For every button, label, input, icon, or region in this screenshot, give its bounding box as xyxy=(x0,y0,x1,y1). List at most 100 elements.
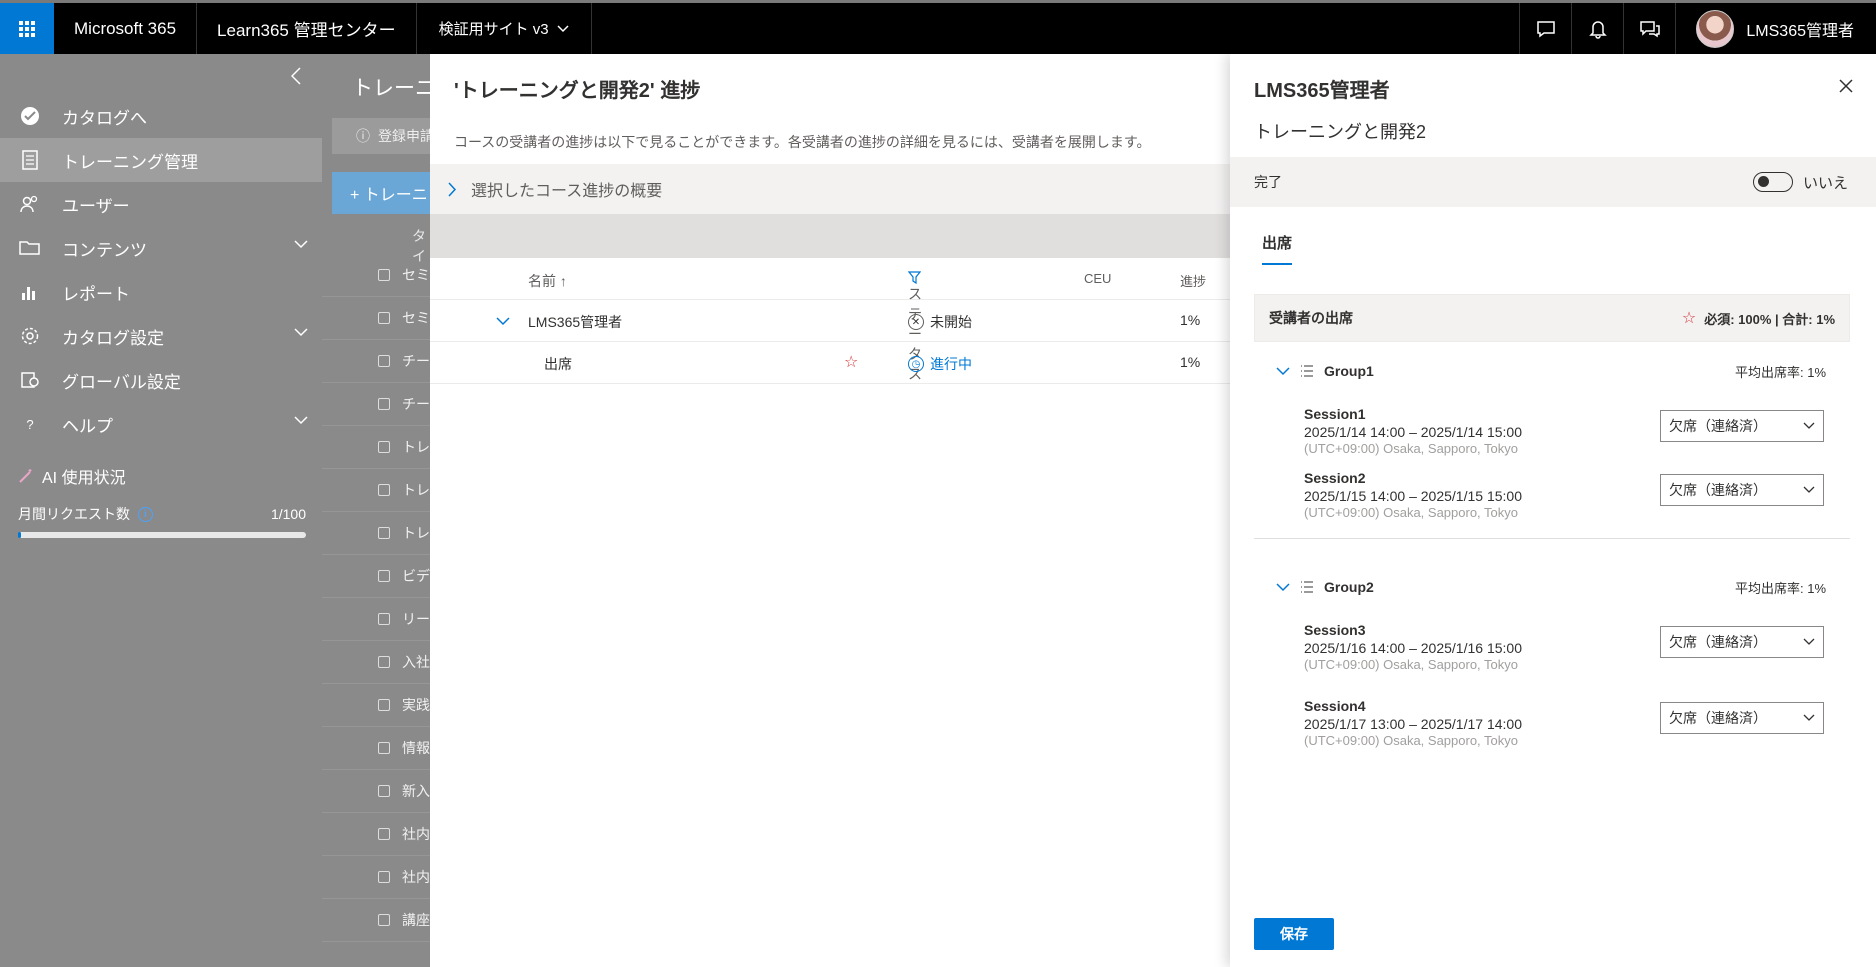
session-timezone: (UTC+09:00) Osaka, Sapporo, Tokyo xyxy=(1304,441,1519,456)
list-item[interactable]: 社内 xyxy=(322,856,430,899)
attendance-dropdown[interactable]: 欠席（連絡済） xyxy=(1660,410,1824,442)
list-item[interactable]: 新入 xyxy=(322,770,430,813)
left-nav: カタログへ トレーニング管理 ユーザー コンテンツ レポート カタログ設定 グロ… xyxy=(0,54,322,967)
monthly-requests-label: 月間リクエスト数 xyxy=(18,506,130,522)
feedback-button[interactable] xyxy=(1519,3,1571,54)
ai-usage-label: AI 使用状況 xyxy=(42,470,126,487)
list-item[interactable]: 社内 xyxy=(322,813,430,856)
item-type-icon xyxy=(378,742,390,754)
status-in-progress: ◷ 進行中 xyxy=(908,354,972,374)
chevron-down-icon[interactable] xyxy=(496,317,510,326)
panel-description: コースの受講者の進捗は以下で見ることができます。各受講者の進捗の詳細を見るには、… xyxy=(454,134,1151,150)
list-item[interactable]: 講座 xyxy=(322,899,430,942)
document-list-icon xyxy=(16,150,44,170)
list-item[interactable]: トレ xyxy=(322,512,430,555)
nav-item-label: カタログ設定 xyxy=(62,328,164,348)
list-item[interactable]: チー xyxy=(322,383,430,426)
list-item-title: 情報 xyxy=(402,740,430,756)
item-type-icon xyxy=(378,828,390,840)
course-name: トレーニングと開発2 xyxy=(1254,122,1427,142)
session-row: Session1 2025/1/14 14:00 – 2025/1/14 15:… xyxy=(1304,406,1824,456)
attendance-dropdown[interactable]: 欠席（連絡済） xyxy=(1660,474,1824,506)
avatar xyxy=(1696,9,1735,48)
list-item[interactable]: トレ xyxy=(322,426,430,469)
column-ceu[interactable]: CEU xyxy=(1084,271,1111,286)
progress-value: 1% xyxy=(1180,312,1201,328)
table-row[interactable]: 出席 ☆ ◷ 進行中 1% xyxy=(430,342,1230,384)
nav-item-reports[interactable]: レポート xyxy=(0,270,322,314)
user-menu[interactable]: LMS365管理者 xyxy=(1675,3,1876,54)
dropdown-value: 欠席（連絡済） xyxy=(1669,482,1767,498)
gear-icon xyxy=(16,326,44,346)
save-button[interactable]: 保存 xyxy=(1254,918,1334,950)
monthly-requests-progress-fill xyxy=(18,532,21,538)
item-type-icon xyxy=(378,398,390,410)
required-star-icon: ☆ xyxy=(844,354,859,371)
site-selector[interactable]: 検証用サイト v3 xyxy=(417,3,592,54)
list-item[interactable]: 入社 xyxy=(322,641,430,684)
attendance-dropdown[interactable]: 欠席（連絡済） xyxy=(1660,626,1824,658)
notifications-button[interactable] xyxy=(1571,3,1623,54)
list-item[interactable]: リー xyxy=(322,598,430,641)
group-average: 平均出席率: 1% xyxy=(1734,364,1826,380)
list-item[interactable]: セミ xyxy=(322,254,430,297)
progress-summary-toggle[interactable]: 選択したコース進捗の概要 xyxy=(430,164,1230,214)
complete-toggle[interactable] xyxy=(1752,172,1793,192)
attendance-dropdown[interactable]: 欠席（連絡済） xyxy=(1660,702,1824,734)
app-name[interactable]: Learn365 管理センター xyxy=(197,3,417,54)
support-button[interactable] xyxy=(1623,3,1675,54)
list-item[interactable]: ビデ xyxy=(322,555,430,598)
nav-item-catalog[interactable]: カタログへ xyxy=(0,94,322,138)
nav-item-global-settings[interactable]: グローバル設定 xyxy=(0,358,322,402)
table-row[interactable]: LMS365管理者 ✕ 未開始 1% xyxy=(430,300,1230,342)
column-name[interactable]: 名前 ↑ xyxy=(528,271,567,291)
nav-item-label: ユーザー xyxy=(62,196,130,216)
item-type-icon xyxy=(378,785,390,797)
list-item-title: 社内 xyxy=(402,826,430,842)
nav-item-content[interactable]: コンテンツ xyxy=(0,226,322,270)
status-not-started: ✕ 未開始 xyxy=(908,312,972,332)
list-icon xyxy=(1301,365,1313,377)
nav-item-users[interactable]: ユーザー xyxy=(0,182,322,226)
list-item[interactable]: トレ xyxy=(322,469,430,512)
column-status[interactable]: ステータス xyxy=(908,271,922,382)
list-item[interactable]: チー xyxy=(322,340,430,383)
nav-item-label: トレーニング管理 xyxy=(62,152,198,172)
list-item[interactable]: 実践 xyxy=(322,684,430,727)
column-progress[interactable]: 進捗 xyxy=(1180,271,1206,290)
magic-wand-icon xyxy=(19,469,32,483)
item-type-icon xyxy=(378,355,390,367)
new-training-button[interactable]: + トレーニ xyxy=(332,172,430,214)
session-row: Session2 2025/1/15 14:00 – 2025/1/15 15:… xyxy=(1304,470,1824,520)
chevron-down-icon xyxy=(1803,486,1815,493)
complete-label: 完了 xyxy=(1254,174,1282,190)
info-icon[interactable]: i xyxy=(138,506,153,522)
list-item[interactable]: セミ xyxy=(322,297,430,340)
collapse-nav-button[interactable] xyxy=(284,64,308,88)
registration-notice-text: 登録申請 xyxy=(378,128,430,144)
filter-icon[interactable] xyxy=(908,271,921,284)
session-timezone: (UTC+09:00) Osaka, Sapporo, Tokyo xyxy=(1304,505,1519,520)
learner-name: LMS365管理者 xyxy=(528,314,623,330)
list-item[interactable]: 情報 xyxy=(322,727,430,770)
group-average: 平均出席率: 1% xyxy=(1734,580,1826,596)
chevron-left-icon xyxy=(291,67,301,85)
close-icon[interactable] xyxy=(1836,76,1856,96)
brand-label[interactable]: Microsoft 365 xyxy=(54,3,198,54)
chevron-down-icon[interactable] xyxy=(294,240,308,249)
nav-item-help[interactable]: ? ヘルプ xyxy=(0,402,322,446)
chevron-down-icon[interactable] xyxy=(1276,366,1290,376)
nav-item-catalog-settings[interactable]: カタログ設定 xyxy=(0,314,322,358)
list-item-title: トレ xyxy=(402,439,430,455)
item-type-icon xyxy=(378,269,390,281)
chevron-down-icon[interactable] xyxy=(1276,582,1290,592)
item-type-icon xyxy=(378,484,390,496)
tab-attendance[interactable]: 出席 xyxy=(1262,232,1293,265)
item-type-icon xyxy=(378,527,390,539)
chevron-down-icon xyxy=(557,24,569,32)
nav-item-training[interactable]: トレーニング管理 xyxy=(0,138,322,182)
app-launcher-button[interactable] xyxy=(0,3,54,54)
list-item-title: チー xyxy=(402,396,430,412)
chevron-down-icon[interactable] xyxy=(294,328,308,337)
chevron-down-icon[interactable] xyxy=(294,416,308,425)
